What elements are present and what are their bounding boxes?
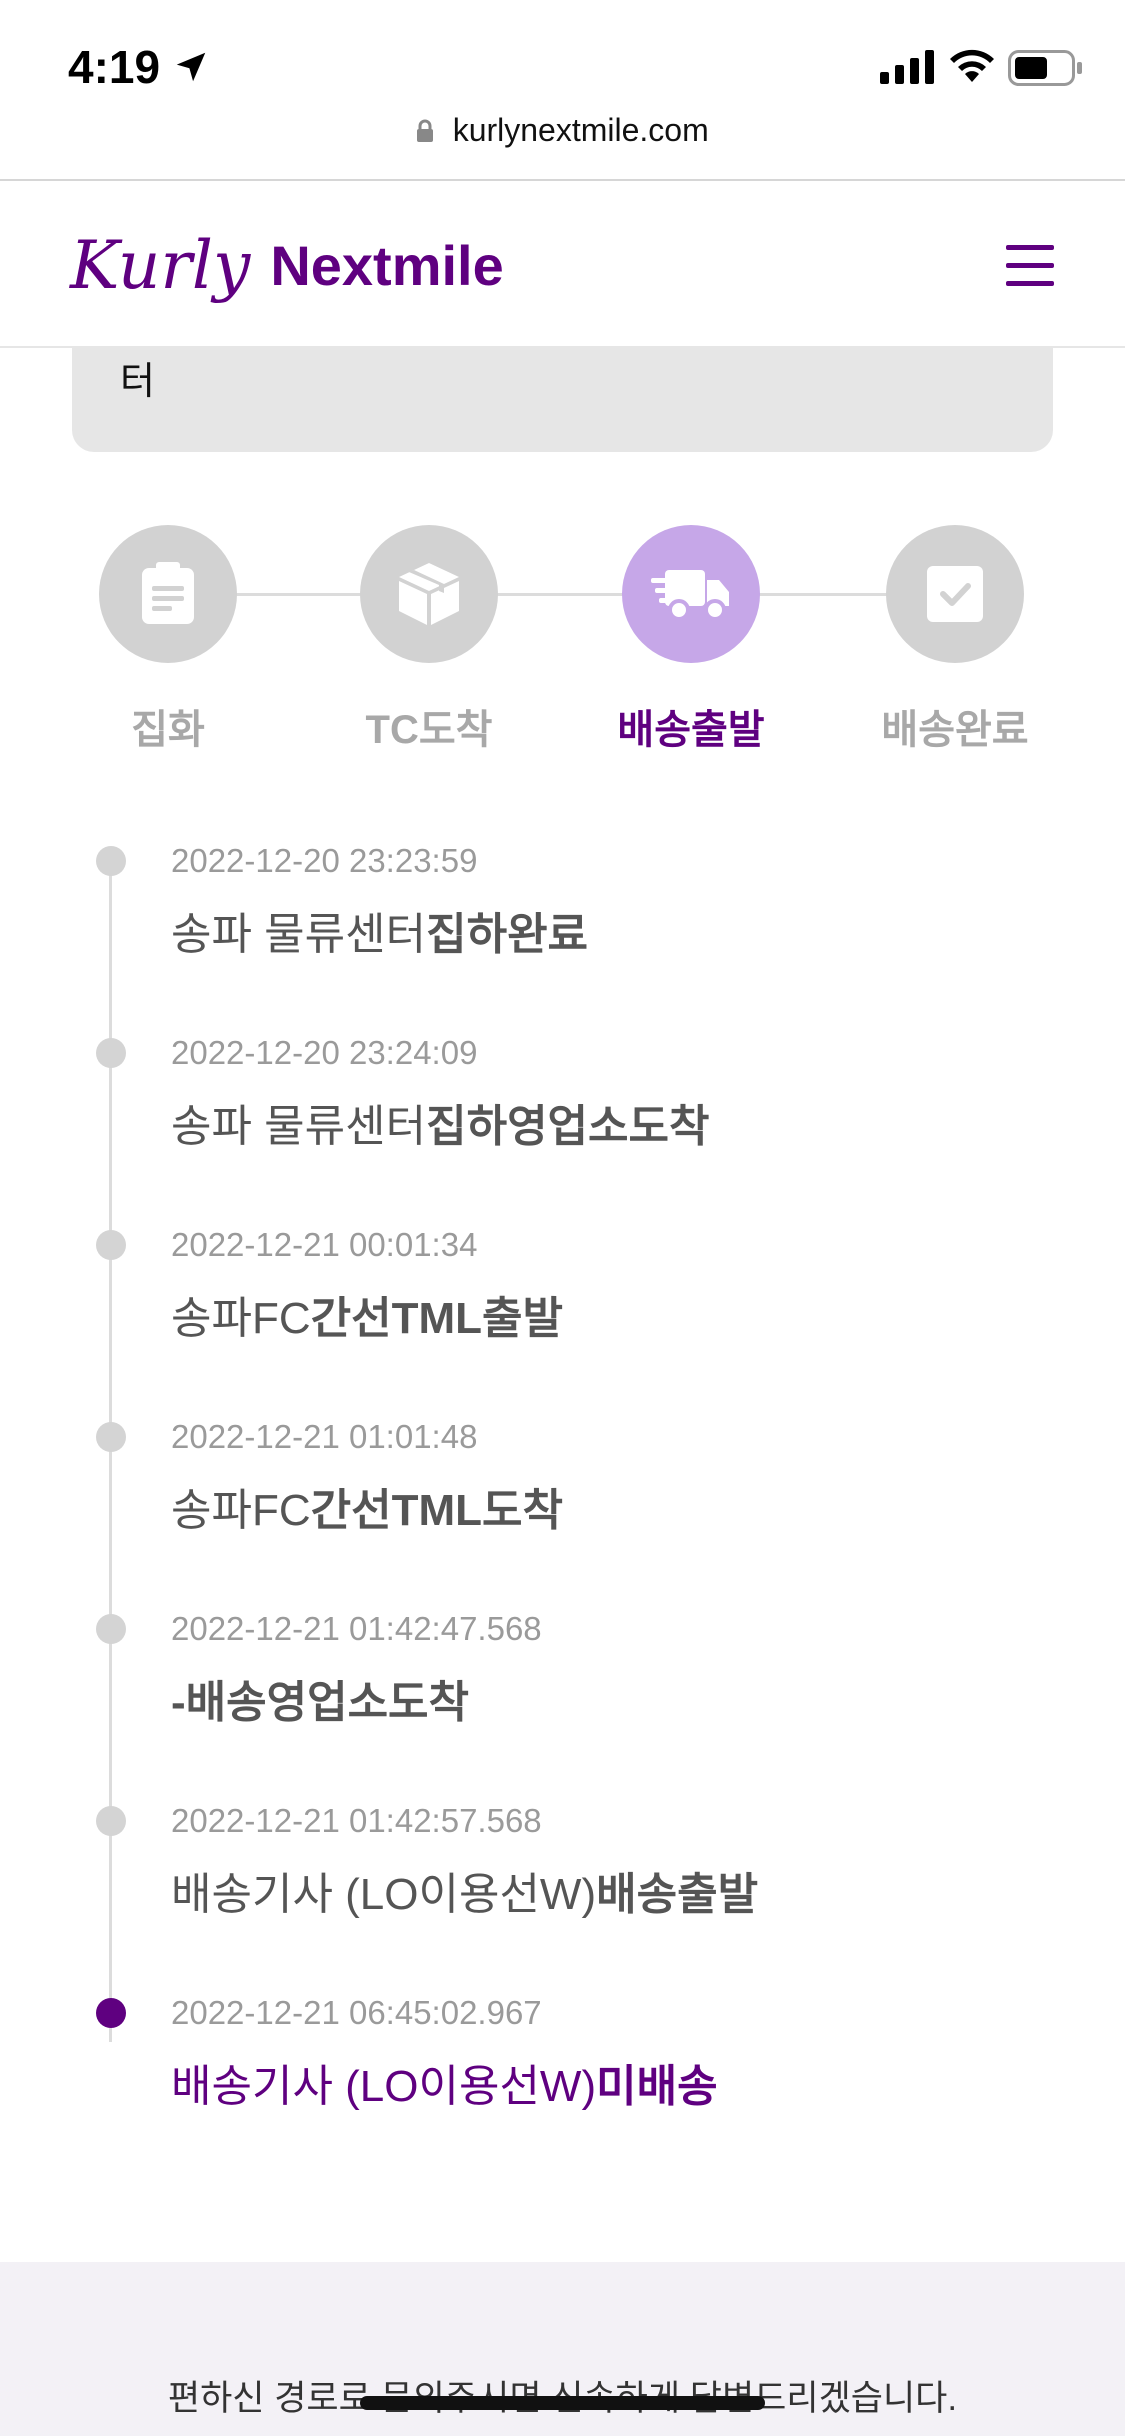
address-bar[interactable]: kurlynextmile.com (0, 112, 1125, 162)
timeline-description: 송파 물류센터집하완료 (171, 910, 589, 959)
timeline-time: 2022-12-21 01:42:47.568 (171, 1610, 542, 1647)
step-pickup: 집화 (99, 525, 237, 755)
timeline-time: 2022-12-20 23:23:59 (171, 842, 478, 879)
site-header: Kurly Nextmile (0, 181, 1125, 348)
address-card: 터 (72, 346, 1053, 452)
timeline-dot (96, 1422, 126, 1452)
timeline-time: 2022-12-21 01:42:57.568 (171, 1802, 542, 1839)
url-text: kurlynextmile.com (452, 112, 709, 148)
steps-connector-line (168, 593, 958, 596)
timeline-time: 2022-12-21 00:01:34 (171, 1226, 478, 1263)
timeline-dot (96, 1806, 126, 1836)
box-icon (360, 525, 498, 663)
step-label: 배송완료 (881, 708, 1029, 752)
hamburger-menu-icon[interactable] (1006, 245, 1054, 293)
timeline-time: 2022-12-21 01:01:48 (171, 1418, 478, 1455)
cellular-signal-icon (880, 50, 934, 84)
lock-icon (417, 119, 434, 142)
timeline-dot (96, 1230, 126, 1260)
step-delivery-start: 배송출발 (617, 525, 765, 755)
timeline-description: -배송영업소도착 (171, 1678, 470, 1727)
wifi-icon (950, 49, 994, 82)
timeline-time: 2022-12-20 23:24:09 (171, 1034, 478, 1071)
timeline-description: 배송기사 (LO이용선W)미배송 (171, 2062, 718, 2111)
logo-text: Nextmile (270, 233, 504, 297)
logo-script-text: Kurly (70, 226, 251, 304)
timeline-description: 배송기사 (LO이용선W)배송출발 (171, 1870, 759, 1919)
step-label: 집화 (131, 708, 205, 752)
checkbox-icon (886, 525, 1024, 663)
address-text: 터 (120, 361, 155, 403)
step-label: 배송출발 (617, 708, 765, 752)
location-arrow-icon (176, 52, 206, 82)
battery-icon (1008, 50, 1082, 86)
timeline-dot (96, 1614, 126, 1644)
clipboard-icon (99, 525, 237, 663)
timeline-dot-active (96, 1998, 126, 2028)
step-label: TC도착 (365, 708, 493, 752)
timeline-dot (96, 1038, 126, 1068)
timeline-description: 송파FC간선TML도착 (171, 1486, 563, 1535)
step-delivery-complete: 배송완료 (881, 525, 1029, 755)
timeline-description: 송파 물류센터집하영업소도착 (171, 1102, 710, 1151)
status-bar: 4:19 (0, 0, 1125, 120)
status-time: 4:19 (68, 41, 161, 93)
timeline-time: 2022-12-21 06:45:02.967 (171, 1994, 542, 2031)
kurly-nextmile-logo[interactable]: Kurly Nextmile (70, 225, 504, 305)
step-tc-arrival: TC도착 (360, 525, 498, 755)
delivery-truck-icon (622, 525, 760, 663)
timeline-dot (96, 846, 126, 876)
timeline-description: 송파FC간선TML출발 (171, 1294, 563, 1343)
home-indicator[interactable] (360, 2396, 765, 2410)
